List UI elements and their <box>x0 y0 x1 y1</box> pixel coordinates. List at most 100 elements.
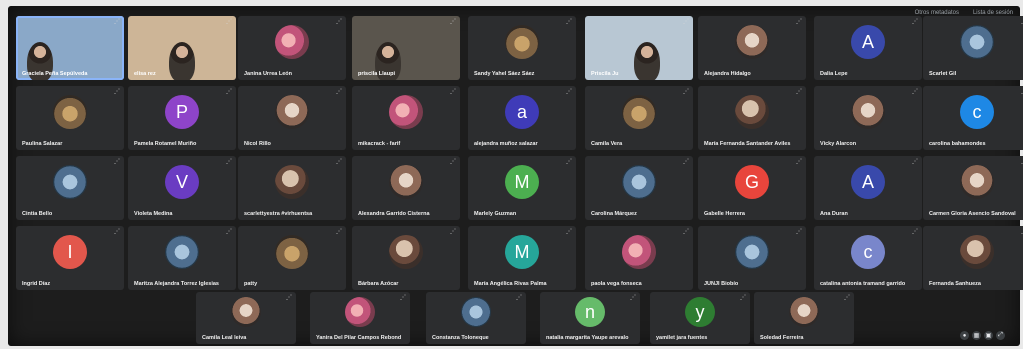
letter-avatar: A <box>851 165 885 199</box>
participant-tile[interactable]: ⋰ Constanza Toloneque <box>426 292 526 344</box>
participant-tile[interactable]: n ⋰ natalia margarita Yaupe arevalo <box>540 292 640 344</box>
participant-tile[interactable]: ⋰Fernanda Sanhueza <box>923 226 1023 290</box>
letter-avatar: a <box>505 95 539 129</box>
mic-muted-icon: ⋰ <box>336 159 342 165</box>
letter-avatar: I <box>53 235 87 269</box>
letter-avatar: G <box>735 165 769 199</box>
participant-name: Violeta Medina <box>134 211 173 217</box>
participant-tile[interactable]: ⋰ patty <box>238 226 346 290</box>
participant-tile[interactable]: y ⋰ yamilet jara fuentes <box>650 292 750 344</box>
participant-name: Graciela Peña Sepúlveda <box>22 71 88 77</box>
settings-icon[interactable]: ● <box>960 331 969 340</box>
participant-tile[interactable]: ⋰ Yanira Del Pilar Campos Rebond <box>310 292 410 344</box>
fullscreen-icon[interactable]: ⤢ <box>996 331 1005 340</box>
avatar <box>275 25 309 59</box>
participant-tile[interactable]: ⋰ JUNJI Biobío <box>698 226 806 290</box>
participant-tile[interactable]: ⋰ Vicky Alarcon <box>814 86 922 150</box>
participant-tile[interactable]: ⋰ Camila Vera <box>585 86 693 150</box>
mic-muted-icon: ⋰ <box>336 89 342 95</box>
participant-tile[interactable]: c ⋰ catalina antonia tramand garrido <box>814 226 922 290</box>
participant-tile[interactable]: A ⋰ Ana Duran <box>814 156 922 220</box>
avatar <box>275 165 309 199</box>
avatar-letter: y <box>695 301 705 322</box>
participant-tile[interactable]: ⋰ Graciela Peña Sepúlveda <box>16 16 124 80</box>
mic-muted-icon: ⋰ <box>683 19 689 25</box>
participant-name: María Angélica Rivas Palma <box>474 281 547 287</box>
participant-name: carolina bahamondes <box>929 141 986 147</box>
participant-name: Constanza Toloneque <box>432 335 489 341</box>
mic-muted-icon: ⋰ <box>450 19 456 25</box>
participant-name: Gabelle Herrera <box>704 211 745 217</box>
participant-name: Carmen Gloria Asencio Sandoval <box>929 211 1016 217</box>
mic-muted-icon: ⋰ <box>566 229 572 235</box>
participant-name: Camila Vera <box>591 141 623 147</box>
participant-tile[interactable]: ⋰ Sandy Yahel Sáez Sáez <box>468 16 576 80</box>
avatar <box>735 95 769 129</box>
participant-tile[interactable]: ⋰ Maritza Alejandra Torrez Iglesias <box>128 226 236 290</box>
participant-tile[interactable]: ⋰ Carolina Márquez <box>585 156 693 220</box>
participant-tile[interactable]: A ⋰ Dalia Lepe <box>814 16 922 80</box>
participant-tile[interactable]: ⋰ priscila Llaupi <box>352 16 460 80</box>
avatar-letter: P <box>175 101 188 122</box>
mic-muted-icon: ⋰ <box>114 229 120 235</box>
letter-avatar: V <box>165 165 199 199</box>
participant-name: Paulina Salazar <box>22 141 63 147</box>
mic-muted-icon: ⋰ <box>796 19 802 25</box>
mic-muted-icon: ⋰ <box>566 19 572 25</box>
participant-tile[interactable]: ⋰ Bárbara Azócar <box>352 226 460 290</box>
participant-tile[interactable]: P ⋰ Pamela Rotamel Muriño <box>128 86 236 150</box>
letter-avatar: M <box>505 235 539 269</box>
participant-name: mikacrack - farif <box>358 141 401 147</box>
participant-name: Ana Duran <box>820 211 848 217</box>
participant-tile[interactable]: M ⋰ María Angélica Rivas Palma <box>468 226 576 290</box>
letter-avatar: P <box>165 95 199 129</box>
participant-tile[interactable]: ⋰ mikacrack - farif <box>352 86 460 150</box>
avatar <box>461 297 491 327</box>
participant-tile[interactable]: ⋰ María Fernanda Santander Aviles <box>698 86 806 150</box>
mic-muted-icon: ⋰ <box>450 229 456 235</box>
participant-grid: ⋰ Graciela Peña Sepúlveda ⋰ elisa rez ⋰ Janin… <box>8 6 1023 346</box>
mic-muted-icon: ⋰ <box>912 159 918 165</box>
participant-name: Priscila Ju <box>591 71 619 77</box>
participant-tile[interactable]: a ⋰ alejandra muñoz salazar <box>468 86 576 150</box>
mic-muted-icon: ⋰ <box>683 159 689 165</box>
participant-tile[interactable]: M ⋰ Marlely Guzman <box>468 156 576 220</box>
top-bar-right-label[interactable]: Lista de sesión <box>973 10 1013 16</box>
participant-tile[interactable]: ⋰ Nicol Rillo <box>238 86 346 150</box>
participant-tile[interactable]: G ⋰ Gabelle Herrera <box>698 156 806 220</box>
layout-icon[interactable]: ▦ <box>972 331 981 340</box>
avatar <box>960 235 994 269</box>
avatar <box>789 297 819 327</box>
letter-avatar: n <box>575 297 605 327</box>
letter-avatar: c <box>851 235 885 269</box>
participant-tile[interactable]: ⋰ Alexandra Garrido Cisterna <box>352 156 460 220</box>
mic-muted-icon: ⋰ <box>683 89 689 95</box>
participant-tile[interactable]: c⋰carolina bahamondes <box>923 86 1023 150</box>
participant-tile[interactable]: ⋰ Soledad Ferreira <box>754 292 854 344</box>
participant-tile[interactable]: I ⋰ Ingrid Díaz <box>16 226 124 290</box>
avatar-letter: I <box>67 241 73 262</box>
participant-name: Carolina Márquez <box>591 211 637 217</box>
participant-name: elisa rez <box>134 71 156 77</box>
letter-avatar: M <box>505 165 539 199</box>
participant-tile[interactable]: ⋰ Priscila Ju <box>585 16 693 80</box>
participant-tile[interactable]: ⋰Scarlet Gil <box>923 16 1023 80</box>
participant-tile[interactable]: ⋰ paola vega fonseca <box>585 226 693 290</box>
participant-name: Vicky Alarcon <box>820 141 857 147</box>
picture-in-picture-icon[interactable]: ▣ <box>984 331 993 340</box>
participant-name: Alejandra Hidalgo <box>704 71 751 77</box>
participant-tile[interactable]: ⋰ Alejandra Hidalgo <box>698 16 806 80</box>
avatar <box>53 165 87 199</box>
participant-tile[interactable]: ⋰ Cintia Bello <box>16 156 124 220</box>
participant-tile[interactable]: ⋰ Paulina Salazar <box>16 86 124 150</box>
participant-name: alejandra muñoz salazar <box>474 141 538 147</box>
participant-name: yamilet jara fuentes <box>656 335 708 341</box>
top-bar-left-label[interactable]: Otros metadatos <box>915 10 959 16</box>
participant-tile[interactable]: ⋰ scarlettyestra #virhuentsa <box>238 156 346 220</box>
participant-tile[interactable]: ⋰Carmen Gloria Asencio Sandoval <box>923 156 1023 220</box>
participant-name: scarlettyestra #virhuentsa <box>244 211 313 217</box>
participant-tile[interactable]: ⋰ elisa rez <box>128 16 236 80</box>
participant-tile[interactable]: ⋰ Janina Urrea León <box>238 16 346 80</box>
participant-tile[interactable]: V ⋰ Violeta Medina <box>128 156 236 220</box>
participant-tile[interactable]: ⋰ Camila Leal leiva <box>196 292 296 344</box>
